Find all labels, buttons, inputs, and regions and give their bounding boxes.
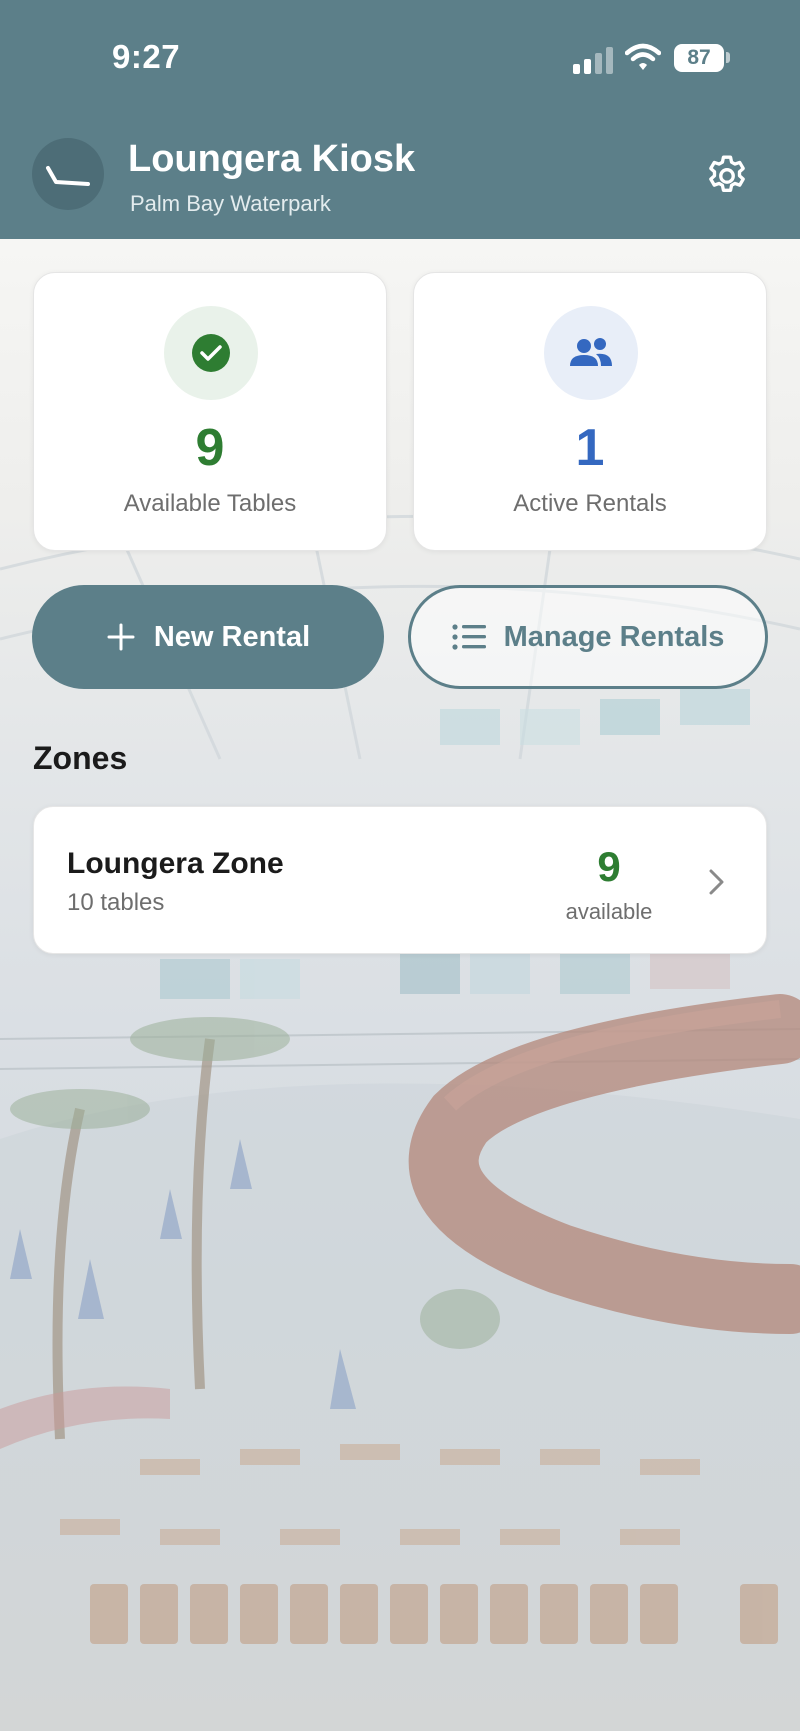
wifi-icon [625, 43, 661, 70]
new-rental-button[interactable]: New Rental [32, 585, 384, 689]
plus-icon [107, 623, 135, 651]
new-rental-label: New Rental [153, 620, 311, 653]
available-tables-label: Available Tables [123, 490, 297, 517]
zone-table-count: 10 tables [67, 889, 165, 916]
manage-rentals-label: Manage Rentals [503, 620, 725, 653]
venue-name: Palm Bay Waterpark [130, 191, 331, 216]
app-header: 9:27 87 Loungera Kiosk Palm Bay Waterpar… [0, 0, 800, 239]
active-rentals-count: 1 [575, 419, 605, 477]
zone-name: Loungera Zone [67, 847, 284, 880]
status-bar-time: 9:27 [112, 38, 181, 75]
available-tables-card: 9 Available Tables [33, 272, 387, 551]
zones-section-title: Zones [33, 740, 128, 776]
zone-item-loungera[interactable]: Loungera Zone 10 tables 9 available [33, 806, 767, 954]
gear-icon[interactable] [702, 152, 752, 202]
list-icon [451, 624, 486, 650]
zone-available-label: available [565, 899, 653, 924]
battery-indicator: 87 [674, 44, 724, 72]
active-rentals-label: Active Rentals [513, 490, 667, 517]
people-icon [544, 306, 638, 400]
check-circle-icon [164, 306, 258, 400]
cellular-signal-icon [573, 44, 615, 74]
zone-available-count: 9 [597, 843, 621, 890]
lounge-chair-icon [32, 138, 104, 210]
app-title: Loungera Kiosk [128, 138, 416, 180]
active-rentals-card: 1 Active Rentals [413, 272, 767, 551]
available-tables-count: 9 [195, 419, 225, 477]
battery-nub [726, 52, 730, 63]
manage-rentals-button[interactable]: Manage Rentals [408, 585, 768, 689]
chevron-right-icon [709, 869, 724, 895]
